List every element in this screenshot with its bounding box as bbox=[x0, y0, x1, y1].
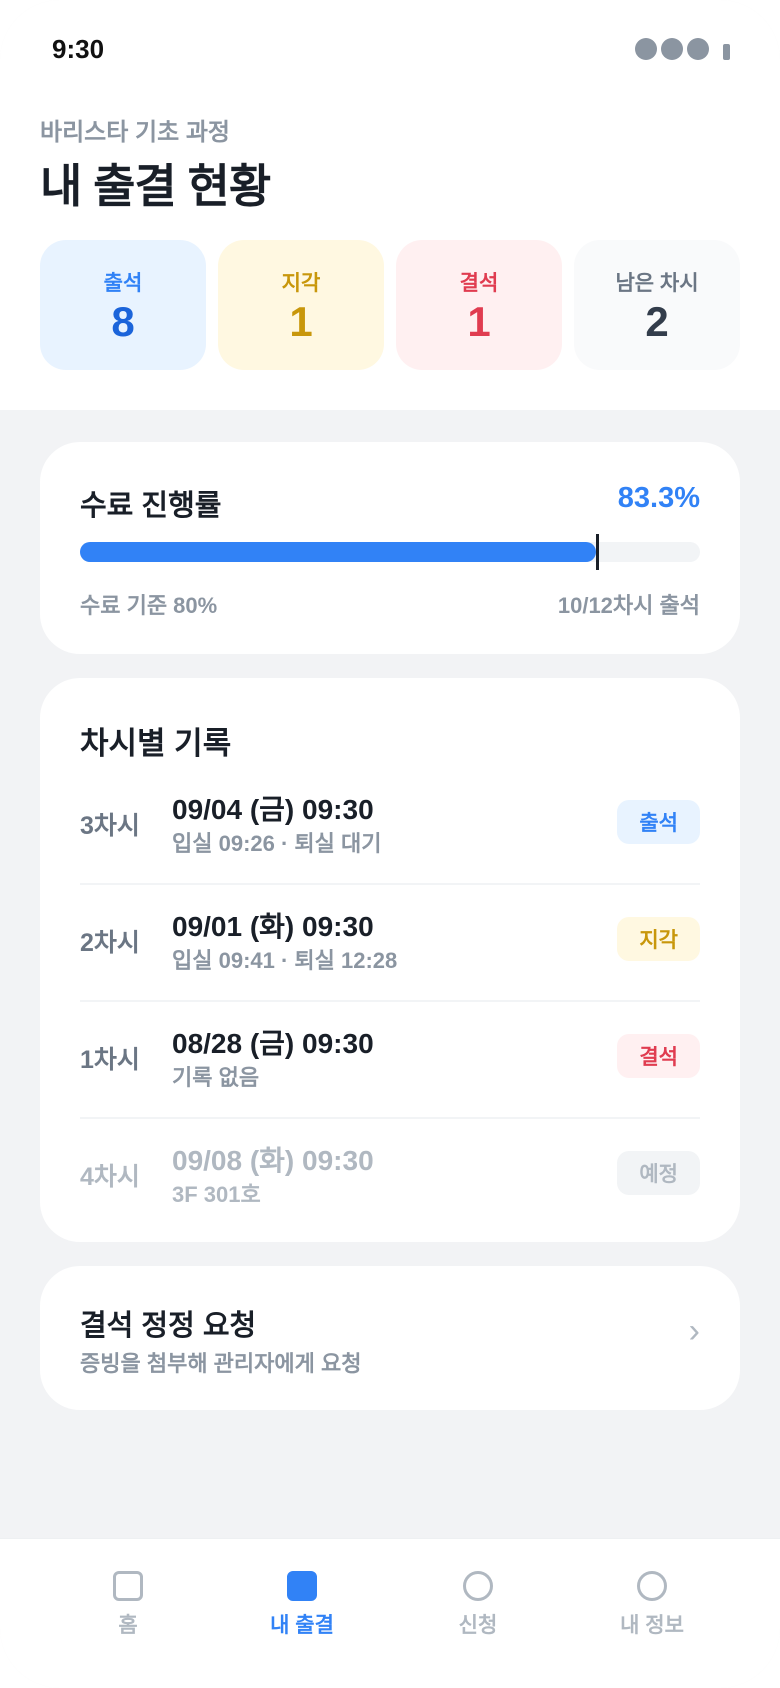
records-card: 차시별 기록 3차시 09/04 (금) 09:30 입실 09:26 · 퇴실… bbox=[40, 678, 740, 1242]
session-label: 2차시 bbox=[80, 929, 140, 957]
stat-label: 결석 bbox=[459, 272, 499, 295]
status-icons bbox=[635, 38, 730, 60]
session-meta: 입실 09:41 · 퇴실 12:28 bbox=[172, 948, 398, 973]
course-name: 바리스타 기초 과정 bbox=[40, 119, 230, 146]
session-date: 09/08 (화) 09:30 bbox=[172, 1145, 374, 1176]
progress-fill bbox=[80, 542, 597, 562]
apply-icon bbox=[463, 1571, 493, 1601]
nav-label: 홈 bbox=[118, 1614, 138, 1637]
threshold-marker bbox=[596, 534, 599, 570]
chevron-right-icon: › bbox=[688, 1312, 700, 1350]
session-meta: 입실 09:26 · 퇴실 대기 bbox=[172, 831, 382, 856]
battery-icon bbox=[723, 44, 730, 60]
stat-absent[interactable]: 결석 1 bbox=[396, 240, 562, 370]
nav-label: 내 출결 bbox=[270, 1614, 334, 1637]
header-section: 9:30 바리스타 기초 과정 내 출결 현황 출석 8 지각 1 결석 1 남… bbox=[0, 0, 780, 410]
attendance-count: 10/12차시 출석 bbox=[557, 593, 700, 618]
stat-value: 8 bbox=[111, 298, 135, 345]
status-badge: 출석 bbox=[617, 800, 700, 844]
record-row[interactable]: 4차시 09/08 (화) 09:30 3F 301호 예정 bbox=[80, 1119, 700, 1236]
attendance-icon bbox=[287, 1571, 317, 1601]
nav-item-profile[interactable]: 내 정보 bbox=[582, 1571, 722, 1639]
records-title: 차시별 기록 bbox=[80, 726, 232, 761]
stat-label: 출석 bbox=[103, 272, 143, 295]
threshold-label: 수료 기준 80% bbox=[80, 593, 218, 618]
stat-value: 1 bbox=[289, 298, 313, 345]
stat-value: 1 bbox=[467, 298, 491, 345]
progress-title: 수료 진행률 bbox=[80, 490, 222, 522]
session-label: 3차시 bbox=[80, 812, 140, 840]
signal-icon bbox=[635, 38, 657, 60]
stat-label: 남은 차시 bbox=[615, 272, 699, 295]
session-date: 09/01 (화) 09:30 bbox=[172, 911, 374, 942]
stat-present[interactable]: 출석 8 bbox=[40, 240, 206, 370]
home-icon bbox=[113, 1571, 143, 1601]
stat-label: 지각 bbox=[281, 272, 321, 295]
signal-icon bbox=[687, 38, 709, 60]
record-row[interactable]: 2차시 09/01 (화) 09:30 입실 09:41 · 퇴실 12:28 … bbox=[80, 885, 700, 1002]
nav-item-home[interactable]: 홈 bbox=[58, 1571, 198, 1639]
status-badge: 예정 bbox=[617, 1151, 700, 1195]
stat-value: 2 bbox=[645, 298, 669, 345]
status-badge: 지각 bbox=[617, 917, 700, 961]
progress-card: 수료 진행률 83.3% 수료 기준 80% 10/12차시 출석 bbox=[40, 442, 740, 654]
nav-label: 신청 bbox=[458, 1614, 498, 1637]
session-label: 1차시 bbox=[80, 1046, 140, 1074]
status-badge: 결석 bbox=[617, 1034, 700, 1078]
session-label: 4차시 bbox=[80, 1163, 140, 1191]
session-meta: 기록 없음 bbox=[172, 1065, 260, 1090]
signal-icon bbox=[661, 38, 683, 60]
nav-label: 내 정보 bbox=[620, 1614, 684, 1637]
session-date: 08/28 (금) 09:30 bbox=[172, 1028, 374, 1059]
app-screen: 9:30 바리스타 기초 과정 내 출결 현황 출석 8 지각 1 결석 1 남… bbox=[0, 0, 780, 1688]
stat-remaining[interactable]: 남은 차시 2 bbox=[574, 240, 740, 370]
absence-correction-request[interactable]: 결석 정정 요청 증빙을 첨부해 관리자에게 요청 › bbox=[40, 1266, 740, 1410]
progress-bar bbox=[80, 534, 700, 570]
session-meta: 3F 301호 bbox=[172, 1182, 261, 1207]
bottom-nav: 홈 내 출결 신청 내 정보 bbox=[0, 1538, 780, 1688]
progress-percent: 83.3% bbox=[617, 482, 700, 514]
stat-late[interactable]: 지각 1 bbox=[218, 240, 384, 370]
nav-item-apply[interactable]: 신청 bbox=[408, 1571, 548, 1639]
profile-icon bbox=[637, 1571, 667, 1601]
record-row[interactable]: 1차시 08/28 (금) 09:30 기록 없음 결석 bbox=[80, 1002, 700, 1119]
record-row[interactable]: 3차시 09/04 (금) 09:30 입실 09:26 · 퇴실 대기 출석 bbox=[80, 768, 700, 885]
page-title: 내 출결 현황 bbox=[40, 160, 271, 212]
request-subtitle: 증빙을 첨부해 관리자에게 요청 bbox=[80, 1351, 362, 1376]
session-date: 09/04 (금) 09:30 bbox=[172, 794, 374, 825]
request-title: 결석 정정 요청 bbox=[80, 1310, 257, 1342]
records-list: 3차시 09/04 (금) 09:30 입실 09:26 · 퇴실 대기 출석 … bbox=[80, 768, 700, 1236]
status-time: 9:30 bbox=[52, 34, 105, 64]
stats-summary: 출석 8 지각 1 결석 1 남은 차시 2 bbox=[40, 240, 740, 370]
nav-item-attendance[interactable]: 내 출결 bbox=[232, 1571, 372, 1639]
